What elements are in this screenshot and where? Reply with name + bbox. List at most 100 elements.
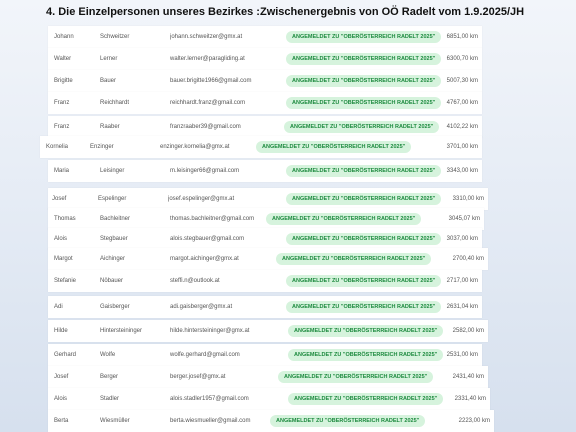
- last-name-cell: Raaber: [100, 124, 120, 130]
- distance-cell: 2531,00 km: [446, 352, 478, 358]
- last-name-cell: Bauer: [100, 78, 117, 84]
- page-title: 4. Die Einzelpersonen unseres Bezirkes :…: [46, 6, 525, 18]
- first-name-cell: Franz: [54, 100, 70, 106]
- email-cell: hilde.hintersteininger@gmx.at: [170, 328, 250, 334]
- status-badge: ANGEMELDET ZU "OBERÖSTERREICH RADELT 202…: [256, 141, 412, 153]
- table-row: Franz Reichhardt reichhardt.franz@gmail.co…: [48, 92, 482, 114]
- distance-cell: 2223,00 km: [458, 418, 490, 424]
- last-name-cell: Lerner: [100, 56, 118, 62]
- status-badge: ANGEMELDET ZU "OBERÖSTERREICH RADELT 202…: [286, 97, 442, 109]
- distance-cell: 2717,00 km: [446, 278, 478, 284]
- distance-cell: 3045,07 km: [448, 216, 480, 222]
- table-row: Thomas Bachleitner thomas.bachleitner@gmai…: [48, 208, 484, 230]
- first-name-cell: Gerhard: [54, 352, 77, 358]
- distance-cell: 3343,00 km: [446, 168, 478, 174]
- status-badge: ANGEMELDET ZU "OBERÖSTERREICH RADELT 202…: [286, 275, 442, 287]
- email-cell: alois.stegbauer@gmail.com: [170, 236, 245, 242]
- table-row: Stefanie Nöbauer steffi.n@outlook.at ANGEME…: [48, 270, 482, 292]
- last-name-cell: Leisinger: [100, 168, 125, 174]
- first-name-cell: Alois: [54, 236, 68, 242]
- email-cell: m.leisinger66@gmail.com: [170, 168, 240, 174]
- email-cell: johann.schweitzer@gmx.at: [170, 34, 243, 40]
- last-name-cell: Stegbauer: [100, 236, 128, 242]
- email-cell: alois.stadler1957@gmail.com: [170, 396, 249, 402]
- distance-cell: 4767,00 km: [446, 100, 478, 106]
- first-name-cell: Franz: [54, 124, 70, 130]
- last-name-cell: Wolfe: [100, 352, 116, 358]
- status-badge: ANGEMELDET ZU "OBERÖSTERREICH RADELT 202…: [288, 393, 444, 405]
- distance-cell: 6851,00 km: [446, 34, 478, 40]
- last-name-cell: Berger: [100, 374, 119, 380]
- distance-cell: 2331,40 km: [454, 396, 486, 402]
- distance-cell: 6300,70 km: [446, 56, 478, 62]
- status-badge: ANGEMELDET ZU "OBERÖSTERREICH RADELT 202…: [270, 415, 426, 427]
- table-row: Johann Schweitzer johann.schweitzer@gmx.at…: [48, 26, 482, 48]
- email-cell: walter.lerner@paragliding.at: [170, 56, 245, 62]
- status-badge: ANGEMELDET ZU "OBERÖSTERREICH RADELT 202…: [278, 371, 434, 383]
- last-name-cell: Schweitzer: [100, 34, 130, 40]
- table-row: Walter Lerner walter.lerner@paragliding.at…: [48, 48, 482, 70]
- distance-cell: 3037,00 km: [446, 236, 478, 242]
- email-cell: franzraaber39@gmail.com: [170, 124, 241, 130]
- first-name-cell: Berta: [54, 418, 69, 424]
- email-cell: adi.gaisberger@gmx.at: [170, 304, 233, 310]
- first-name-cell: Walter: [54, 56, 72, 62]
- email-cell: wolfe.gerhard@gmail.com: [170, 352, 240, 358]
- email-cell: berger.josef@gmx.at: [170, 374, 226, 380]
- distance-cell: 5007,30 km: [446, 78, 478, 84]
- first-name-cell: Thomas: [54, 216, 76, 222]
- last-name-cell: Bachleitner: [100, 216, 131, 222]
- table-row: Brigitte Bauer bauer.brigitte1966@gmail.co…: [48, 70, 482, 92]
- email-cell: thomas.bachleitner@gmail.com: [170, 216, 255, 222]
- last-name-cell: Gaisberger: [100, 304, 130, 310]
- last-name-cell: Aichinger: [100, 256, 126, 262]
- first-name-cell: Maria: [54, 168, 70, 174]
- distance-cell: 4102,22 km: [446, 124, 478, 130]
- distance-cell: 3310,00 km: [452, 196, 484, 202]
- distance-cell: 3701,00 km: [446, 144, 478, 150]
- first-name-cell: Brigitte: [54, 78, 73, 84]
- last-name-cell: Hintersteininger: [100, 328, 143, 334]
- distance-cell: 2631,04 km: [446, 304, 478, 310]
- table-row: Adi Gaisberger adi.gaisberger@gmx.at ANGEME…: [48, 296, 482, 318]
- table-row: Berta Wiesmüller berta.wiesmueller@gmail.c…: [48, 410, 494, 432]
- email-cell: bauer.brigitte1966@gmail.com: [170, 78, 252, 84]
- status-badge: ANGEMELDET ZU "OBERÖSTERREICH RADELT 202…: [286, 31, 442, 43]
- status-badge: ANGEMELDET ZU "OBERÖSTERREICH RADELT 202…: [286, 53, 442, 65]
- last-name-cell: Enzinger: [90, 144, 114, 150]
- first-name-cell: Kornelia: [46, 144, 69, 150]
- last-name-cell: Reichhardt: [100, 100, 130, 106]
- email-cell: josef.espelinger@gmx.at: [168, 196, 235, 202]
- table-row: Josef Espelinger josef.espelinger@gmx.at AN…: [48, 188, 488, 210]
- status-badge: ANGEMELDET ZU "OBERÖSTERREICH RADELT 202…: [288, 325, 444, 337]
- first-name-cell: Hilde: [54, 328, 68, 334]
- first-name-cell: Johann: [54, 34, 74, 40]
- email-cell: enzinger.kornelia@gmx.at: [160, 144, 230, 150]
- status-badge: ANGEMELDET ZU "OBERÖSTERREICH RADELT 202…: [276, 253, 432, 265]
- status-badge: ANGEMELDET ZU "OBERÖSTERREICH RADELT 202…: [286, 233, 442, 245]
- last-name-cell: Espelinger: [98, 196, 127, 202]
- first-name-cell: Josef: [52, 196, 67, 202]
- distance-cell: 2582,00 km: [452, 328, 484, 334]
- table-row: Kornelia Enzinger enzinger.kornelia@gmx.at…: [40, 136, 482, 158]
- last-name-cell: Nöbauer: [100, 278, 124, 284]
- last-name-cell: Wiesmüller: [100, 418, 130, 424]
- first-name-cell: Alois: [54, 396, 68, 402]
- first-name-cell: Josef: [54, 374, 69, 380]
- table-row: Alois Stegbauer alois.stegbauer@gmail.com A…: [48, 228, 482, 250]
- email-cell: steffi.n@outlook.at: [170, 278, 220, 284]
- status-badge: ANGEMELDET ZU "OBERÖSTERREICH RADELT 202…: [286, 301, 442, 313]
- status-badge: ANGEMELDET ZU "OBERÖSTERREICH RADELT 202…: [284, 121, 440, 133]
- status-badge: ANGEMELDET ZU "OBERÖSTERREICH RADELT 202…: [286, 165, 442, 177]
- table-row: Josef Berger berger.josef@gmx.at ANGEMELDET…: [48, 366, 488, 388]
- first-name-cell: Stefanie: [54, 278, 77, 284]
- first-name-cell: Margot: [54, 256, 73, 262]
- table-row: Franz Raaber franzraaber39@gmail.com ANGEME…: [48, 116, 482, 138]
- table-row: Hilde Hintersteininger hilde.hintersteinin…: [48, 320, 488, 342]
- distance-cell: 2700,40 km: [452, 256, 484, 262]
- table-row: Maria Leisinger m.leisinger66@gmail.com ANG…: [48, 160, 482, 182]
- status-badge: ANGEMELDET ZU "OBERÖSTERREICH RADELT 202…: [288, 349, 444, 361]
- first-name-cell: Adi: [54, 304, 63, 310]
- email-cell: margot.aichinger@gmx.at: [170, 256, 239, 262]
- last-name-cell: Stadler: [100, 396, 120, 402]
